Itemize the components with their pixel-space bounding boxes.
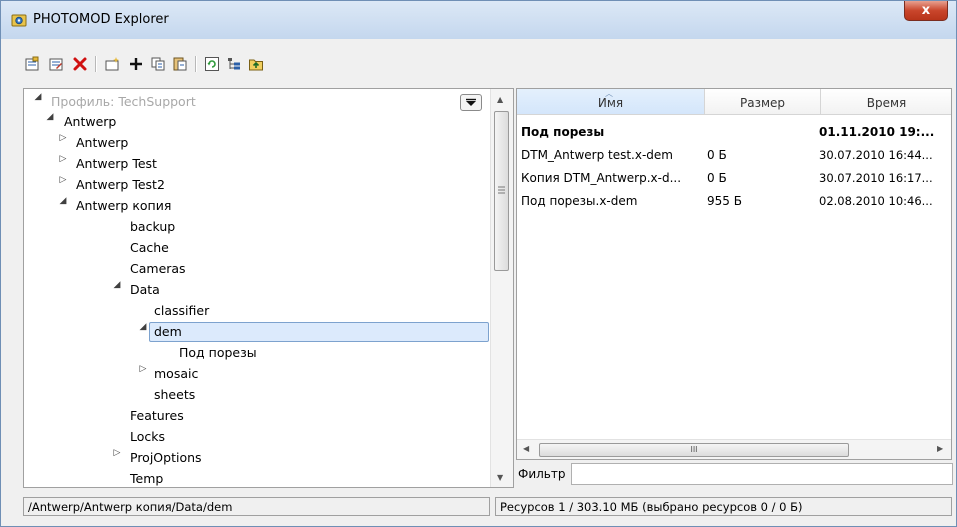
new-folder-icon[interactable] xyxy=(103,55,121,73)
explorer-window: PHOTOMOD Explorer x ◢ Профиль: TechSuppo… xyxy=(0,0,957,527)
add-icon[interactable] xyxy=(127,55,145,73)
expanded-arrow-icon[interactable]: ◢ xyxy=(58,196,68,216)
paste-icon[interactable] xyxy=(171,55,189,73)
collapsed-arrow-icon[interactable]: ▷ xyxy=(58,133,68,153)
properties-icon[interactable] xyxy=(23,55,41,73)
window-title: PHOTOMOD Explorer xyxy=(33,12,169,27)
delete-icon[interactable] xyxy=(71,55,89,73)
filter-input[interactable] xyxy=(571,463,953,485)
scrollbar-thumb[interactable]: III xyxy=(539,443,849,457)
file-time: 02.08.2010 10:46... xyxy=(819,194,933,208)
file-row[interactable]: Под порезы 01.11.2010 19:... xyxy=(517,121,951,143)
toolbar xyxy=(1,39,956,83)
folder-tree[interactable]: ◢ Профиль: TechSupport ◢ Antwerp ▷ Antwe… xyxy=(23,88,514,488)
file-size: 955 Б xyxy=(707,194,742,208)
file-list-horizontal-scrollbar[interactable]: ◀ III ▶ xyxy=(517,439,951,459)
toolbar-separator xyxy=(195,56,197,72)
tree-item-temp[interactable]: Temp xyxy=(130,469,163,487)
tree-item-antwerp-test[interactable]: Antwerp Test xyxy=(76,154,157,174)
photomod-app-icon xyxy=(11,12,27,28)
tree-view-icon[interactable] xyxy=(225,55,243,73)
scroll-right-arrow-icon[interactable]: ▶ xyxy=(937,444,943,453)
file-list[interactable]: ︿ Имя Размер Время Под порезы 01.11.2010… xyxy=(516,88,952,460)
filter-label: Фильтр xyxy=(518,467,566,481)
edit-properties-icon[interactable] xyxy=(47,55,65,73)
sort-ascending-icon: ︿ xyxy=(605,89,613,98)
file-row[interactable]: Под порезы.x-dem 955 Б 02.08.2010 10:46.… xyxy=(517,190,951,212)
tree-item-pod-porezy[interactable]: Под порезы xyxy=(179,343,257,363)
tree-item-cache[interactable]: Cache xyxy=(130,238,169,258)
tree-item-projoptions[interactable]: ProjOptions xyxy=(130,448,202,468)
tree-profile-label[interactable]: Профиль: TechSupport xyxy=(51,92,196,112)
tree-item-data[interactable]: Data xyxy=(130,280,160,300)
tree-item-antwerp-kopiya[interactable]: Antwerp копия xyxy=(76,196,171,216)
tree-item-mosaic[interactable]: mosaic xyxy=(154,364,198,384)
copy-icon[interactable] xyxy=(149,55,167,73)
expanded-arrow-icon[interactable]: ◢ xyxy=(33,92,43,112)
column-header-size[interactable]: Размер xyxy=(705,89,821,115)
expanded-arrow-icon[interactable]: ◢ xyxy=(138,322,148,342)
expanded-arrow-icon[interactable]: ◢ xyxy=(112,280,122,300)
tree-vertical-scrollbar[interactable]: ▲ ▼ xyxy=(490,89,513,487)
file-time: 01.11.2010 19:... xyxy=(819,125,935,139)
toolbar-separator xyxy=(95,56,97,72)
up-folder-icon[interactable] xyxy=(247,55,265,73)
file-name: DTM_Antwerp test.x-dem xyxy=(521,148,673,162)
file-name: Под порезы.x-dem xyxy=(521,194,638,208)
tree-item-classifier[interactable]: classifier xyxy=(154,301,209,321)
collapsed-arrow-icon[interactable]: ▷ xyxy=(112,448,122,468)
tree-item-cameras[interactable]: Cameras xyxy=(130,259,186,279)
tree-item-dem[interactable]: dem xyxy=(154,322,182,342)
scroll-down-arrow-icon[interactable]: ▼ xyxy=(497,473,503,482)
tree-item-antwerp[interactable]: Antwerp xyxy=(76,133,128,153)
file-size: 0 Б xyxy=(707,148,727,162)
column-header-name[interactable]: ︿ Имя xyxy=(517,89,705,115)
tree-item-sheets[interactable]: sheets xyxy=(154,385,195,405)
column-header-time[interactable]: Время xyxy=(821,89,951,115)
close-button[interactable]: x xyxy=(904,1,948,21)
expanded-arrow-icon[interactable]: ◢ xyxy=(45,112,55,132)
file-time: 30.07.2010 16:44... xyxy=(819,148,933,162)
collapsed-arrow-icon[interactable]: ▷ xyxy=(58,175,68,195)
scrollbar-thumb[interactable] xyxy=(494,111,509,271)
refresh-icon[interactable] xyxy=(203,55,221,73)
collapsed-arrow-icon[interactable]: ▷ xyxy=(138,364,148,384)
file-row[interactable]: DTM_Antwerp test.x-dem 0 Б 30.07.2010 16… xyxy=(517,144,951,166)
tree-item-backup[interactable]: backup xyxy=(130,217,175,237)
status-path: /Antwerp/Antwerp копия/Data/dem xyxy=(23,497,490,516)
selected-row-highlight xyxy=(149,322,489,342)
file-time: 30.07.2010 16:17... xyxy=(819,171,933,185)
tree-item-antwerp-root[interactable]: Antwerp xyxy=(64,112,116,132)
collapsed-arrow-icon[interactable]: ▷ xyxy=(58,154,68,174)
tree-item-features[interactable]: Features xyxy=(130,406,184,426)
file-row[interactable]: Копия DTM_Antwerp.x-d... 0 Б 30.07.2010 … xyxy=(517,167,951,189)
tree-item-antwerp-test2[interactable]: Antwerp Test2 xyxy=(76,175,165,195)
title-bar[interactable]: PHOTOMOD Explorer x xyxy=(1,1,956,40)
file-name: Под порезы xyxy=(521,125,605,139)
scroll-up-arrow-icon[interactable]: ▲ xyxy=(497,95,503,104)
profile-dropdown-button[interactable] xyxy=(460,94,482,111)
status-resources: Ресурсов 1 / 303.10 МБ (выбрано ресурсов… xyxy=(495,497,952,516)
scroll-left-arrow-icon[interactable]: ◀ xyxy=(523,444,529,453)
file-size: 0 Б xyxy=(707,171,727,185)
tree-item-locks[interactable]: Locks xyxy=(130,427,165,447)
file-name: Копия DTM_Antwerp.x-d... xyxy=(521,171,682,185)
